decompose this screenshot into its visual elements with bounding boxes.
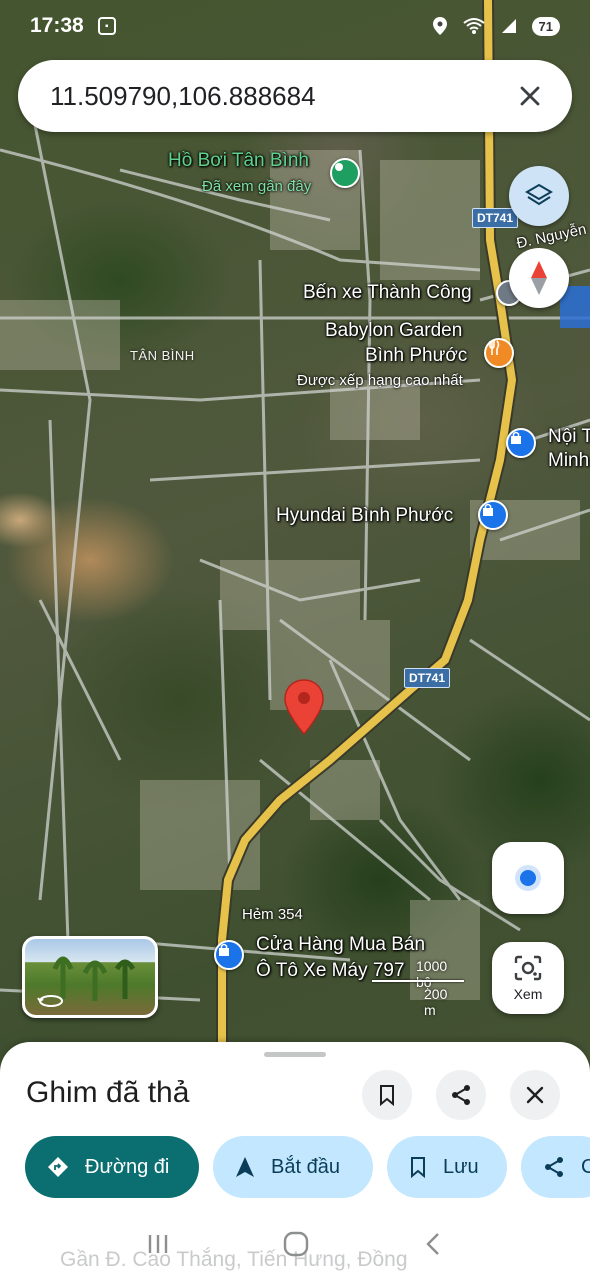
home-icon[interactable]	[282, 1230, 310, 1258]
directions-button[interactable]: Đường đi	[25, 1136, 199, 1198]
layers-button[interactable]	[509, 166, 569, 226]
location-icon	[432, 17, 447, 35]
directions-label: Đường đi	[85, 1155, 170, 1178]
sheet-drag-handle[interactable]	[264, 1052, 326, 1057]
share-chip-button[interactable]: C	[521, 1136, 590, 1198]
wifi-icon	[462, 18, 485, 34]
close-icon	[520, 86, 540, 106]
save-button[interactable]: Lưu	[387, 1136, 507, 1198]
place-sublabel-ho-boi: Đã xem gần đây	[202, 178, 312, 195]
scale-bar	[372, 980, 464, 982]
place-label-ho-boi[interactable]: Hồ Bơi Tân Bình	[168, 150, 309, 172]
status-bar: 17:38 ▪ 71	[0, 0, 590, 52]
share-icon	[452, 1085, 470, 1105]
bookmark-icon	[380, 1085, 394, 1106]
dropped-pin-icon[interactable]	[282, 678, 326, 738]
rotate-360-icon	[37, 995, 63, 1007]
save-bookmark-button[interactable]	[362, 1070, 412, 1120]
share-chip-label: C	[581, 1155, 590, 1178]
signal-icon	[501, 19, 516, 33]
road-shield-dt741-top: DT741	[472, 208, 519, 228]
start-label: Bắt đầu	[271, 1155, 340, 1178]
scale-label-meters: 200 m	[424, 986, 448, 1018]
place-label-noi-that[interactable]: Nội T	[548, 426, 590, 448]
place-label-ben-xe[interactable]: Bến xe Thành Công	[303, 282, 472, 304]
restaurant-poi-icon[interactable]	[484, 338, 514, 368]
place-label-noi-that-line2: Minh	[548, 450, 590, 471]
screenshot-icon: ▪	[97, 17, 116, 35]
search-bar[interactable]: 11.509790,106.888684	[18, 60, 572, 132]
street-label-hem-354: Hẻm 354	[242, 906, 303, 923]
action-chip-row: Đường đi Bắt đầu Lưu C	[25, 1136, 590, 1198]
place-label-babylon[interactable]: Babylon Garden	[325, 320, 462, 342]
street-view-thumbnail[interactable]	[22, 936, 158, 1018]
close-icon	[526, 1086, 544, 1104]
camera-lens-icon	[514, 955, 542, 981]
battery-icon: 71	[531, 16, 560, 36]
place-sublabel-babylon: Được xếp hạng cao nhất	[297, 372, 463, 389]
pool-poi-icon[interactable]	[330, 158, 360, 188]
road-shield-dt741-bottom: DT741	[404, 668, 451, 688]
save-label: Lưu	[443, 1155, 479, 1178]
place-label-cua-hang[interactable]: Cửa Hàng Mua Bán	[256, 934, 425, 956]
shopping-poi-icon-noi-that[interactable]	[506, 428, 536, 458]
place-label-babylon-line2: Bình Phước	[365, 345, 468, 366]
place-label-cua-hang-line2: Ô Tô Xe Máy 797	[256, 960, 405, 981]
place-label-hyundai[interactable]: Hyundai Bình Phước	[276, 505, 453, 527]
compass-icon	[531, 261, 547, 295]
sheet-title: Ghim đã thả	[26, 1076, 190, 1109]
directions-icon	[47, 1156, 69, 1178]
status-time: 17:38	[30, 14, 84, 37]
back-icon[interactable]	[421, 1231, 445, 1257]
start-button[interactable]: Bắt đầu	[213, 1136, 373, 1198]
recent-apps-icon[interactable]	[145, 1231, 171, 1257]
share-button[interactable]	[436, 1070, 486, 1120]
clear-search-button[interactable]	[510, 76, 550, 116]
shopping-poi-icon-hyundai[interactable]	[478, 500, 508, 530]
layers-icon	[525, 183, 553, 206]
bookmark-icon	[409, 1156, 427, 1178]
close-sheet-button[interactable]	[510, 1070, 560, 1120]
shopping-poi-icon-cua-hang[interactable]	[214, 940, 244, 970]
area-label-tan-binh: TÂN BÌNH	[130, 348, 195, 363]
my-location-icon	[515, 865, 541, 891]
system-nav-bar	[0, 1208, 590, 1280]
lens-label: Xem	[513, 986, 543, 1002]
lens-button[interactable]: Xem	[492, 942, 564, 1014]
my-location-button[interactable]	[492, 842, 564, 914]
share-icon	[543, 1156, 565, 1178]
search-input[interactable]: 11.509790,106.888684	[50, 81, 510, 112]
compass-button[interactable]	[509, 248, 569, 308]
navigation-arrow-icon	[235, 1156, 255, 1178]
